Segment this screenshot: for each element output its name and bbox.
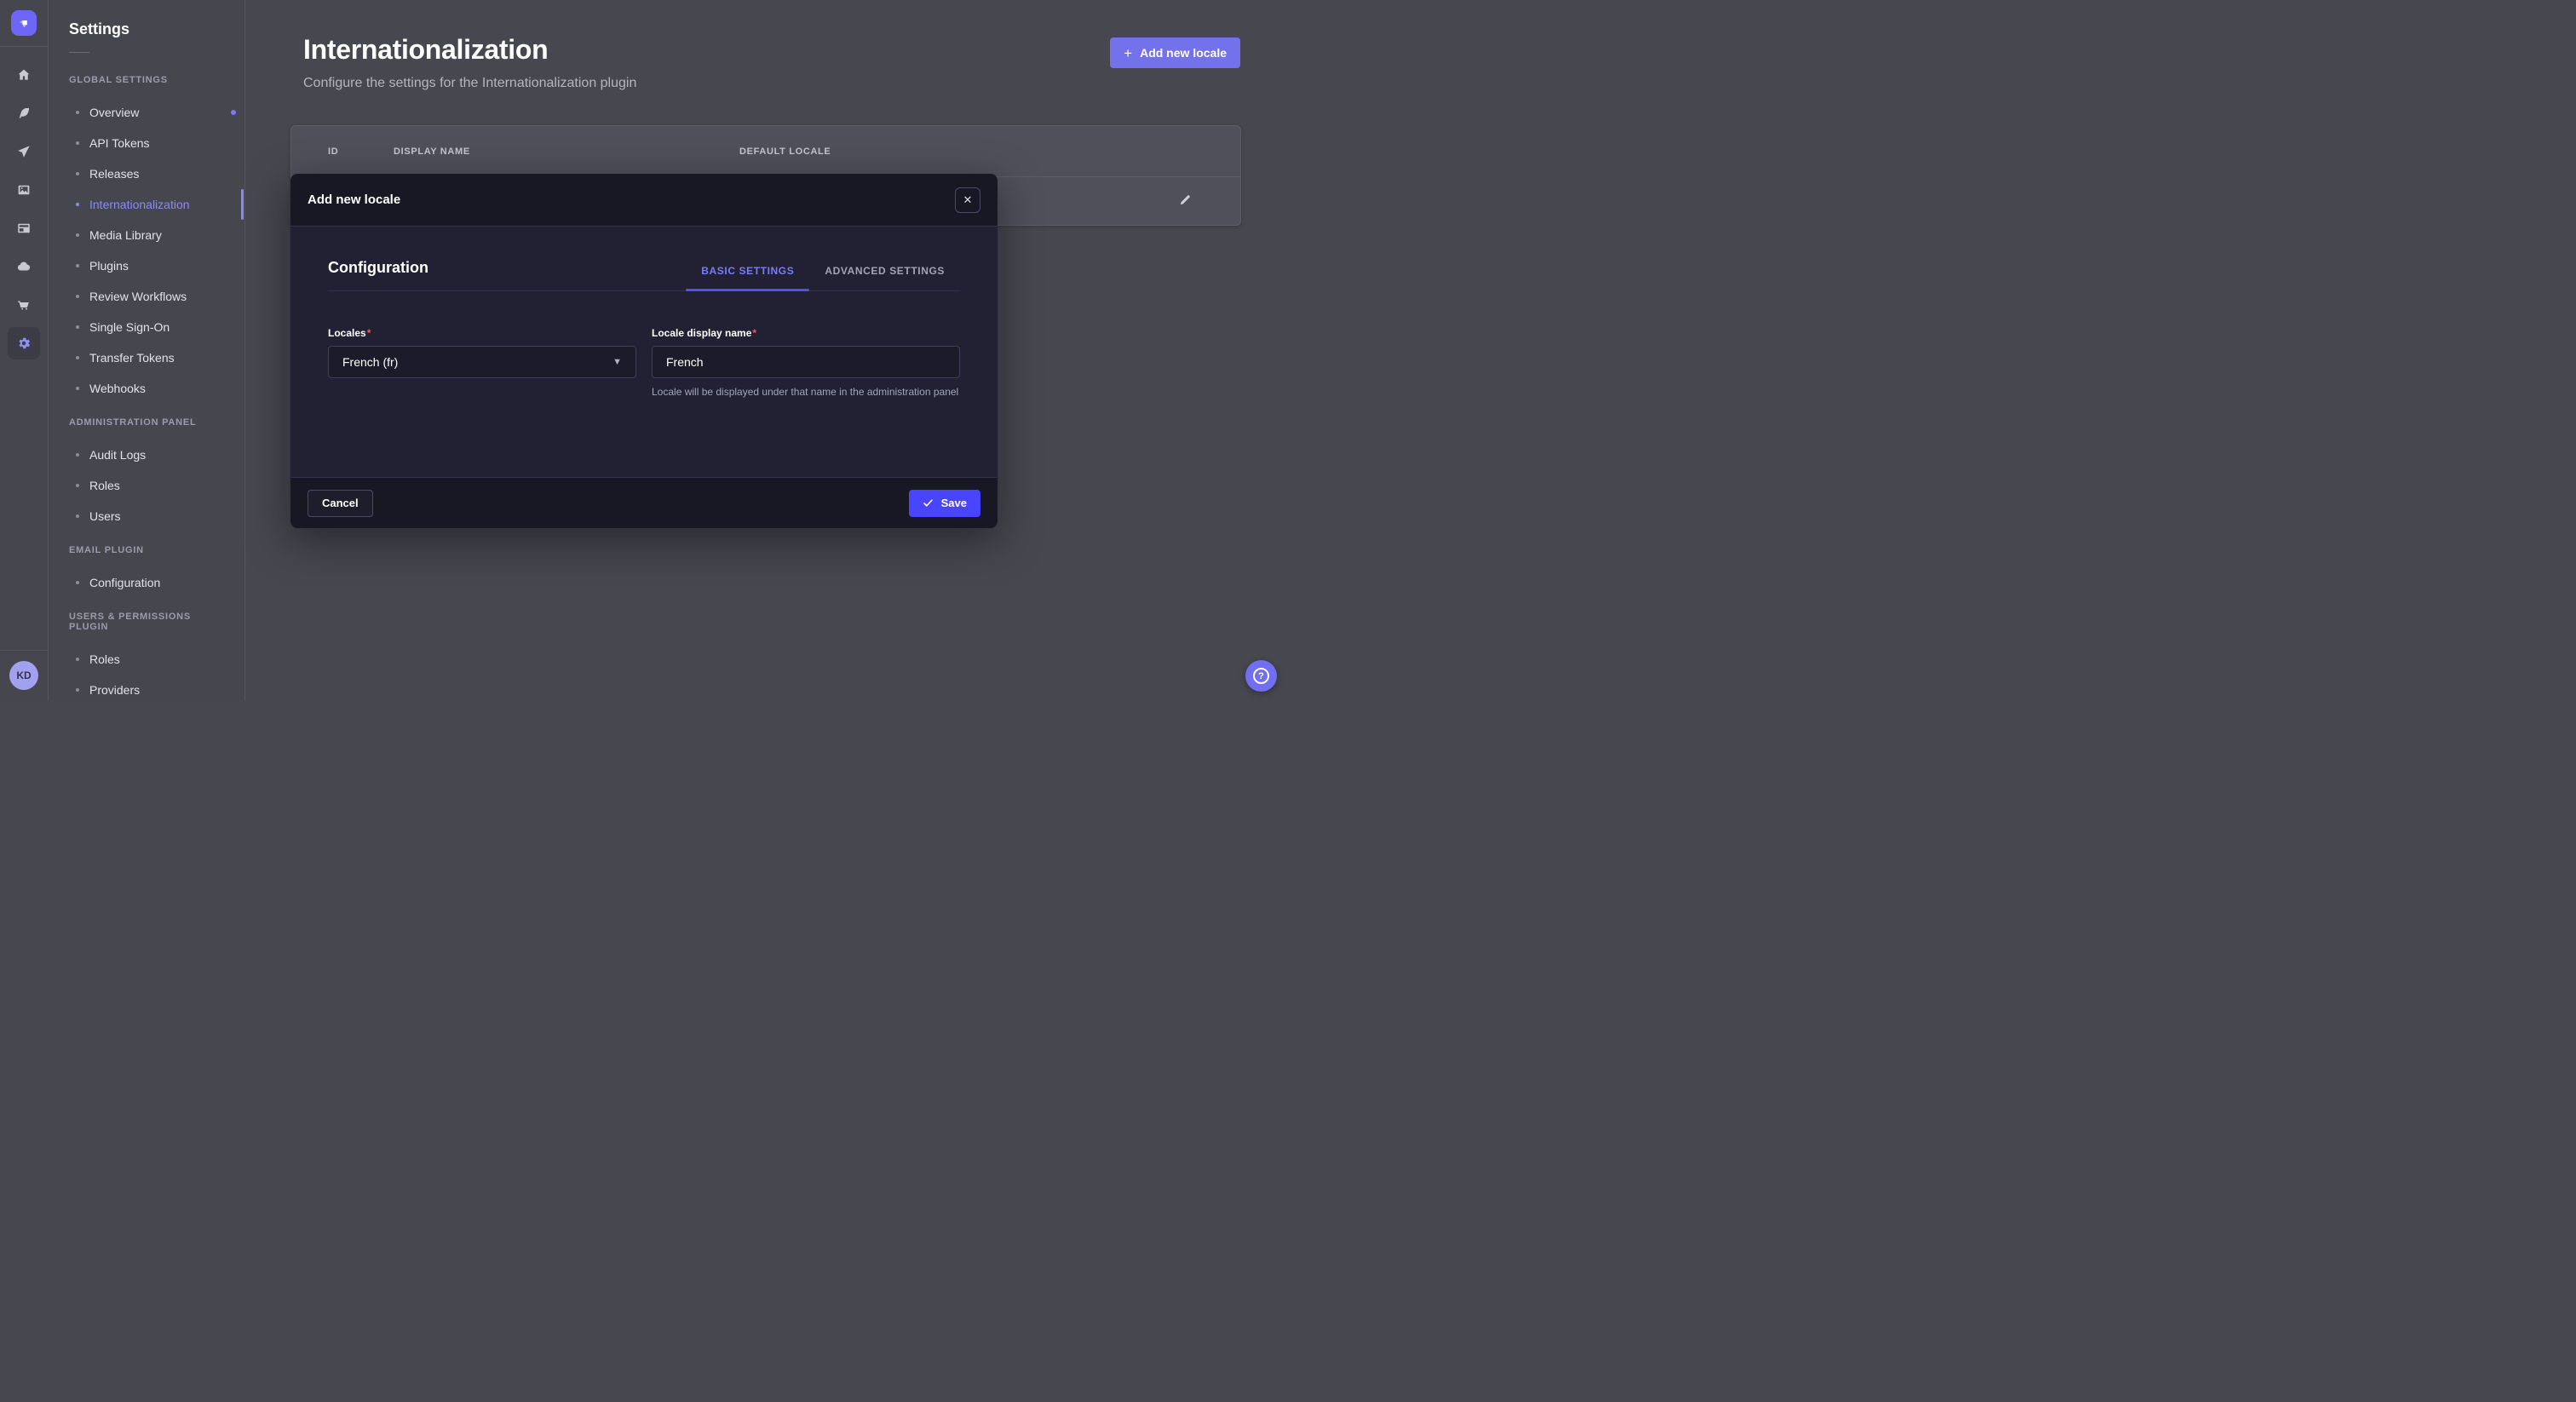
locales-field: Locales* French (fr) ▼ xyxy=(328,325,636,399)
locales-select[interactable]: French (fr) ▼ xyxy=(328,346,636,378)
cart-icon[interactable] xyxy=(8,289,40,321)
configuration-title: Configuration xyxy=(328,259,428,277)
sidebar-item-email-configuration[interactable]: Configuration xyxy=(49,567,244,598)
rail-divider xyxy=(0,46,48,47)
locales-select-value: French (fr) xyxy=(342,355,398,369)
display-name-label: Locale display name* xyxy=(652,327,756,339)
check-icon xyxy=(923,497,934,509)
section-label: GLOBAL SETTINGS xyxy=(69,75,224,85)
sidebar-item-single-sign-on[interactable]: Single Sign-On xyxy=(49,312,244,342)
settings-gear-icon[interactable] xyxy=(8,327,40,359)
main-nav-rail: KD xyxy=(0,0,49,701)
display-name-field: Locale display name* Locale will be disp… xyxy=(652,325,960,399)
media-icon[interactable] xyxy=(8,174,40,206)
strapi-logo[interactable] xyxy=(11,10,37,36)
close-icon[interactable]: ✕ xyxy=(955,187,980,213)
feather-icon[interactable] xyxy=(8,97,40,129)
send-icon[interactable] xyxy=(8,135,40,168)
question-mark-icon: ? xyxy=(1253,668,1269,684)
cancel-button[interactable]: Cancel xyxy=(308,490,373,517)
bullet-icon xyxy=(76,111,79,114)
bullet-icon xyxy=(76,203,79,206)
layout-icon[interactable] xyxy=(8,212,40,244)
bullet-icon xyxy=(76,325,79,329)
bullet-icon xyxy=(76,688,79,692)
column-display-name: DISPLAY NAME xyxy=(394,147,739,157)
modal-header: Add new locale ✕ xyxy=(290,174,998,227)
display-name-help: Locale will be displayed under that name… xyxy=(652,385,960,399)
section-label: EMAIL PLUGIN xyxy=(69,545,224,555)
bullet-icon xyxy=(76,387,79,390)
tab-basic-settings[interactable]: BASIC SETTINGS xyxy=(686,265,809,290)
section-users-permissions-plugin: USERS & PERMISSIONS PLUGIN Roles Provide… xyxy=(49,612,244,701)
sidebar-item-overview[interactable]: Overview xyxy=(49,97,244,128)
edit-locale-button[interactable] xyxy=(1178,192,1193,210)
bullet-icon xyxy=(76,141,79,145)
bullet-icon xyxy=(76,581,79,584)
user-avatar[interactable]: KD xyxy=(9,661,38,690)
sidebar-item-review-workflows[interactable]: Review Workflows xyxy=(49,281,244,312)
sidebar-item-releases[interactable]: Releases xyxy=(49,158,244,189)
section-email-plugin: EMAIL PLUGIN Configuration xyxy=(49,545,244,598)
bullet-icon xyxy=(76,514,79,518)
subnav-title-divider xyxy=(69,52,89,53)
section-label: USERS & PERMISSIONS PLUGIN xyxy=(69,612,224,632)
section-label: ADMINISTRATION PANEL xyxy=(69,417,224,428)
settings-subnav: Settings GLOBAL SETTINGS Overview API To… xyxy=(49,0,245,701)
add-new-locale-button[interactable]: + Add new locale xyxy=(1110,37,1240,68)
sidebar-item-transfer-tokens[interactable]: Transfer Tokens xyxy=(49,342,244,373)
configuration-header-row: Configuration BASIC SETTINGS ADVANCED SE… xyxy=(328,227,960,291)
bullet-icon xyxy=(76,264,79,267)
sidebar-item-up-roles[interactable]: Roles xyxy=(49,644,244,675)
bullet-icon xyxy=(76,658,79,661)
plus-icon: + xyxy=(1124,46,1132,60)
pencil-icon xyxy=(1178,192,1193,207)
save-button[interactable]: Save xyxy=(909,490,980,517)
chevron-down-icon: ▼ xyxy=(612,357,622,367)
add-new-locale-label: Add new locale xyxy=(1140,46,1227,60)
sidebar-item-admin-users[interactable]: Users xyxy=(49,501,244,531)
column-id: ID xyxy=(328,147,394,157)
sidebar-item-up-providers[interactable]: Providers xyxy=(49,675,244,701)
rail-bottom-divider xyxy=(0,650,48,651)
display-name-input[interactable] xyxy=(652,346,960,378)
cloud-icon[interactable] xyxy=(8,250,40,283)
required-asterisk: * xyxy=(367,327,371,339)
subnav-title: Settings xyxy=(69,20,224,38)
sidebar-item-admin-roles[interactable]: Roles xyxy=(49,470,244,501)
bullet-icon xyxy=(76,453,79,457)
bullet-icon xyxy=(76,233,79,237)
modal-footer: Cancel Save xyxy=(290,477,998,528)
bullet-icon xyxy=(76,295,79,298)
bullet-icon xyxy=(76,172,79,175)
strapi-logo-icon xyxy=(16,15,32,31)
sidebar-item-media-library[interactable]: Media Library xyxy=(49,220,244,250)
tab-advanced-settings[interactable]: ADVANCED SETTINGS xyxy=(809,265,960,290)
strapi-settings-screen: KD Settings GLOBAL SETTINGS Overview API… xyxy=(0,0,1288,701)
sidebar-item-internationalization[interactable]: Internationalization xyxy=(49,189,244,220)
bullet-icon xyxy=(76,356,79,359)
help-button[interactable]: ? xyxy=(1245,660,1277,692)
modal-body: Configuration BASIC SETTINGS ADVANCED SE… xyxy=(290,227,998,477)
locale-form-fields: Locales* French (fr) ▼ Locale display na… xyxy=(328,325,960,399)
locales-table-header: ID DISPLAY NAME DEFAULT LOCALE xyxy=(291,126,1240,177)
section-administration-panel: ADMINISTRATION PANEL Audit Logs Roles Us… xyxy=(49,417,244,531)
locales-label: Locales* xyxy=(328,327,371,339)
add-locale-modal: Add new locale ✕ Configuration BASIC SET… xyxy=(290,174,998,528)
save-label: Save xyxy=(941,497,967,509)
sidebar-item-webhooks[interactable]: Webhooks xyxy=(49,373,244,404)
required-asterisk: * xyxy=(752,327,756,339)
settings-tabs: BASIC SETTINGS ADVANCED SETTINGS xyxy=(686,265,960,290)
notification-dot xyxy=(231,110,236,115)
sidebar-item-api-tokens[interactable]: API Tokens xyxy=(49,128,244,158)
page-subtitle: Configure the settings for the Internati… xyxy=(303,76,1288,91)
sidebar-item-audit-logs[interactable]: Audit Logs xyxy=(49,440,244,470)
section-global-settings: GLOBAL SETTINGS Overview API Tokens Rele… xyxy=(49,75,244,404)
sidebar-item-plugins[interactable]: Plugins xyxy=(49,250,244,281)
modal-title: Add new locale xyxy=(308,192,400,207)
column-default-locale: DEFAULT LOCALE xyxy=(739,147,1199,157)
bullet-icon xyxy=(76,484,79,487)
home-icon[interactable] xyxy=(8,59,40,91)
